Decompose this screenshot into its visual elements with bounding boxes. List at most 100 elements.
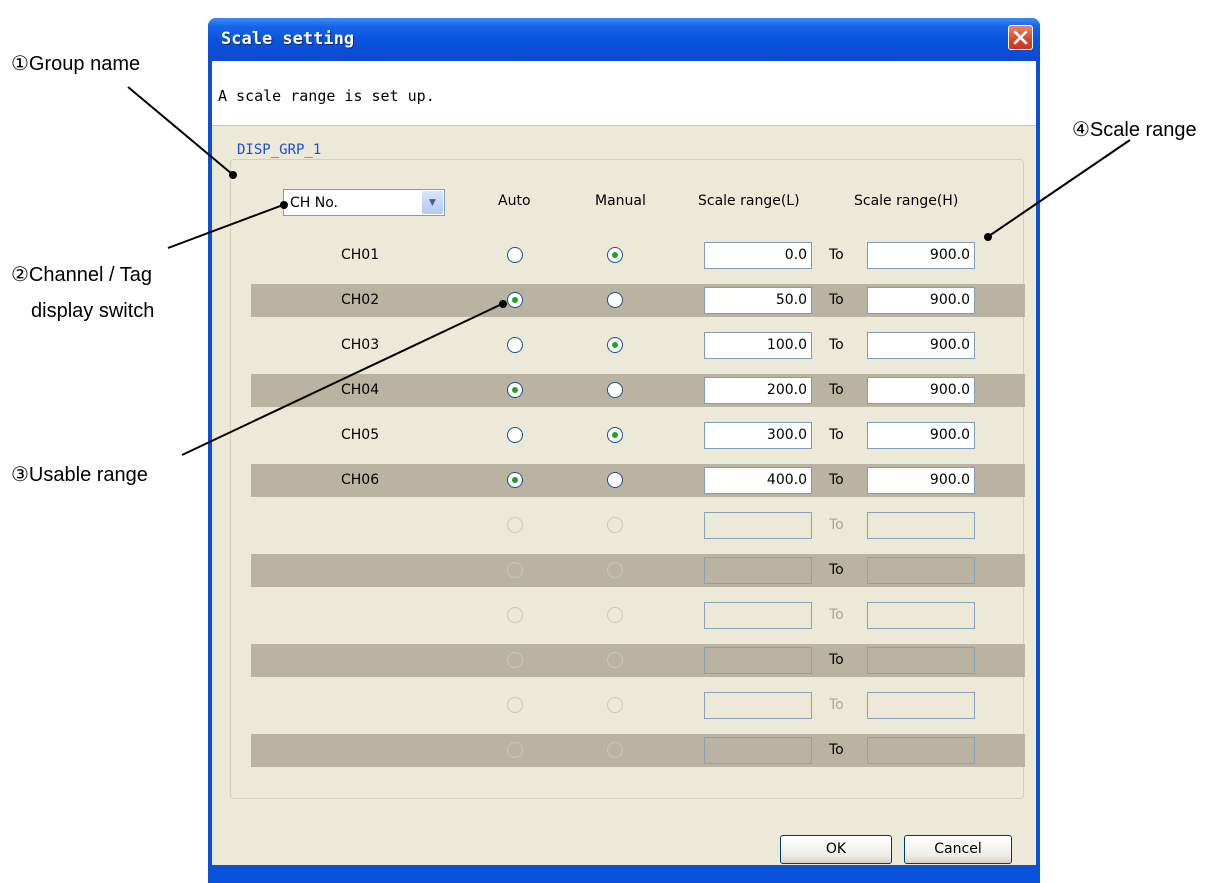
scale-range-low-input[interactable]: 400.0 (704, 467, 812, 494)
channel-tag-display-select[interactable]: CH No. ▼ (283, 189, 445, 216)
group-name-label: DISP_GRP_1 (234, 142, 325, 158)
manual-radio (607, 742, 623, 758)
scale-range-high-input[interactable]: 900.0 (867, 332, 975, 359)
scale-range-low-input[interactable]: 100.0 (704, 332, 812, 359)
auto-radio (507, 562, 523, 578)
header-auto: Auto (498, 193, 531, 209)
to-label: To (829, 292, 844, 308)
auto-radio (507, 742, 523, 758)
to-label: To (829, 517, 844, 533)
scale-range-high-input (867, 692, 975, 719)
table-row: CH03 100.0 To 900.0 (251, 329, 1025, 362)
manual-radio (607, 607, 623, 623)
cancel-button[interactable]: Cancel (904, 835, 1012, 864)
manual-radio[interactable] (607, 472, 623, 488)
channel-label: CH04 (341, 382, 380, 398)
to-label: To (829, 472, 844, 488)
channel-label: CH02 (341, 292, 380, 308)
description-banner: A scale range is set up. (212, 61, 1036, 126)
table-row: CH04 200.0 To 900.0 (251, 374, 1025, 407)
table-row: CH01 0.0 To 900.0 (251, 239, 1025, 272)
scale-range-low-input (704, 647, 812, 674)
table-row: To (251, 644, 1025, 677)
annotation-scale-range: ④Scale range (1072, 119, 1197, 141)
auto-radio (507, 517, 523, 533)
table-row: CH05 300.0 To 900.0 (251, 419, 1025, 452)
channel-label: CH06 (341, 472, 380, 488)
scale-range-low-input (704, 692, 812, 719)
scale-range-low-input (704, 557, 812, 584)
auto-radio[interactable] (507, 337, 523, 353)
manual-radio[interactable] (607, 292, 623, 308)
annotation-display-switch: display switch (31, 300, 155, 322)
table-row: To (251, 509, 1025, 542)
to-label: To (829, 652, 844, 668)
manual-radio (607, 517, 623, 533)
header-manual: Manual (595, 193, 646, 209)
annotation-usable-range: ③Usable range (11, 464, 148, 486)
channel-label: CH01 (341, 247, 380, 263)
header-scale-high: Scale range(H) (854, 193, 959, 209)
scale-setting-dialog: Scale setting A scale range is set up. D… (208, 18, 1040, 883)
scale-range-low-input (704, 737, 812, 764)
title-bar[interactable]: Scale setting (208, 18, 1040, 61)
manual-radio (607, 562, 623, 578)
channel-label: CH03 (341, 337, 380, 353)
ok-button[interactable]: OK (780, 835, 892, 864)
scale-range-high-input[interactable]: 900.0 (867, 287, 975, 314)
to-label: To (829, 562, 844, 578)
table-row: To (251, 554, 1025, 587)
auto-radio[interactable] (507, 292, 523, 308)
table-row: CH02 50.0 To 900.0 (251, 284, 1025, 317)
description-text: A scale range is set up. (218, 87, 435, 105)
to-label: To (829, 337, 844, 353)
dialog-body: A scale range is set up. DISP_GRP_1 CH N… (212, 61, 1036, 865)
manual-radio[interactable] (607, 247, 623, 263)
scale-range-high-input[interactable]: 900.0 (867, 422, 975, 449)
manual-radio[interactable] (607, 337, 623, 353)
auto-radio (507, 607, 523, 623)
header-scale-low: Scale range(L) (698, 193, 800, 209)
scale-range-low-input[interactable]: 50.0 (704, 287, 812, 314)
scale-range-high-input (867, 737, 975, 764)
table-row: To (251, 734, 1025, 767)
to-label: To (829, 247, 844, 263)
display-select-value: CH No. (290, 195, 338, 211)
scale-range-high-input (867, 602, 975, 629)
close-button[interactable] (1008, 25, 1033, 50)
dialog-title: Scale setting (221, 29, 355, 49)
scale-range-high-input (867, 512, 975, 539)
auto-radio[interactable] (507, 472, 523, 488)
auto-radio (507, 697, 523, 713)
channel-label: CH05 (341, 427, 380, 443)
table-row: To (251, 689, 1025, 722)
to-label: To (829, 742, 844, 758)
table-row: To (251, 599, 1025, 632)
auto-radio[interactable] (507, 382, 523, 398)
scale-range-high-input[interactable]: 900.0 (867, 242, 975, 269)
scale-range-low-input[interactable]: 200.0 (704, 377, 812, 404)
to-label: To (829, 427, 844, 443)
close-icon (1013, 30, 1028, 45)
scale-range-high-input[interactable]: 900.0 (867, 377, 975, 404)
table-row: CH06 400.0 To 900.0 (251, 464, 1025, 497)
window-bottom-border (208, 865, 1040, 883)
scale-range-low-input[interactable]: 0.0 (704, 242, 812, 269)
scale-range-high-input (867, 647, 975, 674)
manual-radio[interactable] (607, 382, 623, 398)
scale-range-high-input[interactable]: 900.0 (867, 467, 975, 494)
auto-radio[interactable] (507, 247, 523, 263)
manual-radio (607, 697, 623, 713)
auto-radio[interactable] (507, 427, 523, 443)
scale-range-low-input (704, 602, 812, 629)
chevron-down-icon[interactable]: ▼ (422, 191, 443, 214)
manual-radio (607, 652, 623, 668)
scale-range-low-input[interactable]: 300.0 (704, 422, 812, 449)
manual-radio[interactable] (607, 427, 623, 443)
scale-range-high-input (867, 557, 975, 584)
to-label: To (829, 382, 844, 398)
annotation-channel-tag: ②Channel / Tag (11, 264, 152, 286)
to-label: To (829, 697, 844, 713)
to-label: To (829, 607, 844, 623)
auto-radio (507, 652, 523, 668)
